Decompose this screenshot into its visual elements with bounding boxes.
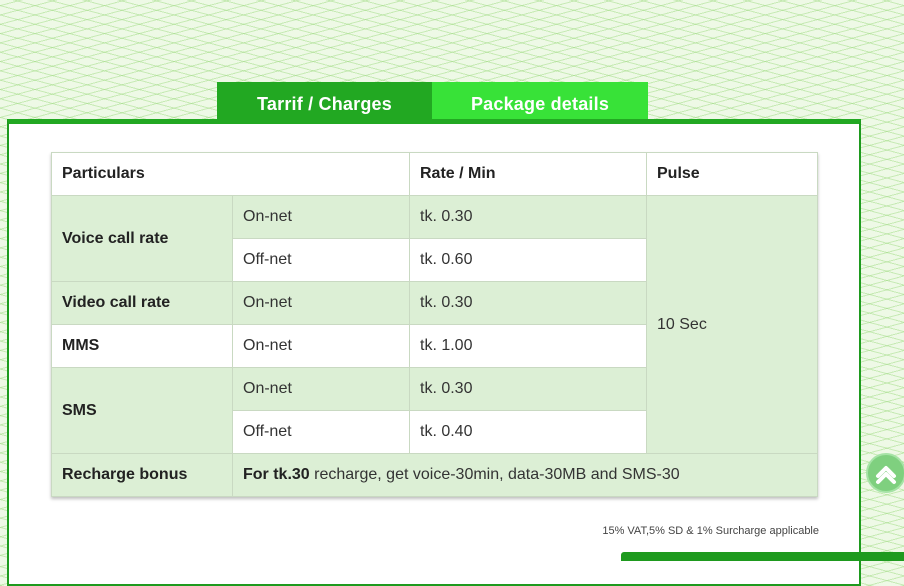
voice-offnet-rate: tk. 0.60 [409, 238, 647, 282]
table-row: Recharge bonus For tk.30 recharge, get v… [51, 453, 818, 497]
scroll-to-top-button[interactable] [866, 453, 904, 493]
recharge-bonus-label: Recharge bonus [51, 453, 233, 497]
rates-table: Particulars Rate / Min Pulse Voice call … [51, 152, 818, 497]
sms-label: SMS [51, 367, 233, 454]
mms-label: MMS [51, 324, 233, 368]
video-onnet-type: On-net [232, 281, 410, 325]
video-call-label: Video call rate [51, 281, 233, 325]
tab-tariff-charges[interactable]: Tarrif / Charges [217, 82, 432, 120]
vat-note: 15% VAT,5% SD & 1% Surcharge applicable [602, 525, 819, 537]
header-rate: Rate / Min [409, 152, 647, 196]
sms-offnet-type: Off-net [232, 410, 410, 454]
voice-offnet-type: Off-net [232, 238, 410, 282]
header-pulse: Pulse [646, 152, 818, 196]
sms-offnet-rate: tk. 0.40 [409, 410, 647, 454]
voice-call-label: Voice call rate [51, 195, 233, 282]
tab-package-details[interactable]: Package details [432, 82, 648, 120]
tariff-panel: Particulars Rate / Min Pulse Voice call … [7, 119, 861, 586]
video-onnet-rate: tk. 0.30 [409, 281, 647, 325]
tab-bar: Tarrif / Charges Package details [217, 82, 648, 120]
bottom-bar [621, 552, 904, 561]
table-header-row: Particulars Rate / Min Pulse [51, 152, 818, 196]
mms-onnet-rate: tk. 1.00 [409, 324, 647, 368]
recharge-bonus-details: recharge, get voice-30min, data-30MB and… [309, 466, 680, 483]
mms-onnet-type: On-net [232, 324, 410, 368]
sms-onnet-type: On-net [232, 367, 410, 411]
pulse-value: 10 Sec [646, 195, 818, 454]
voice-onnet-rate: tk. 0.30 [409, 195, 647, 239]
table-row: Voice call rate On-net tk. 0.30 10 Sec [51, 195, 818, 454]
chevron-up-icon [876, 466, 896, 484]
header-particulars: Particulars [51, 152, 410, 196]
sms-onnet-rate: tk. 0.30 [409, 367, 647, 411]
recharge-bonus-amount: For tk.30 [243, 466, 310, 483]
voice-onnet-type: On-net [232, 195, 410, 239]
recharge-bonus-text: For tk.30 recharge, get voice-30min, dat… [232, 453, 818, 497]
